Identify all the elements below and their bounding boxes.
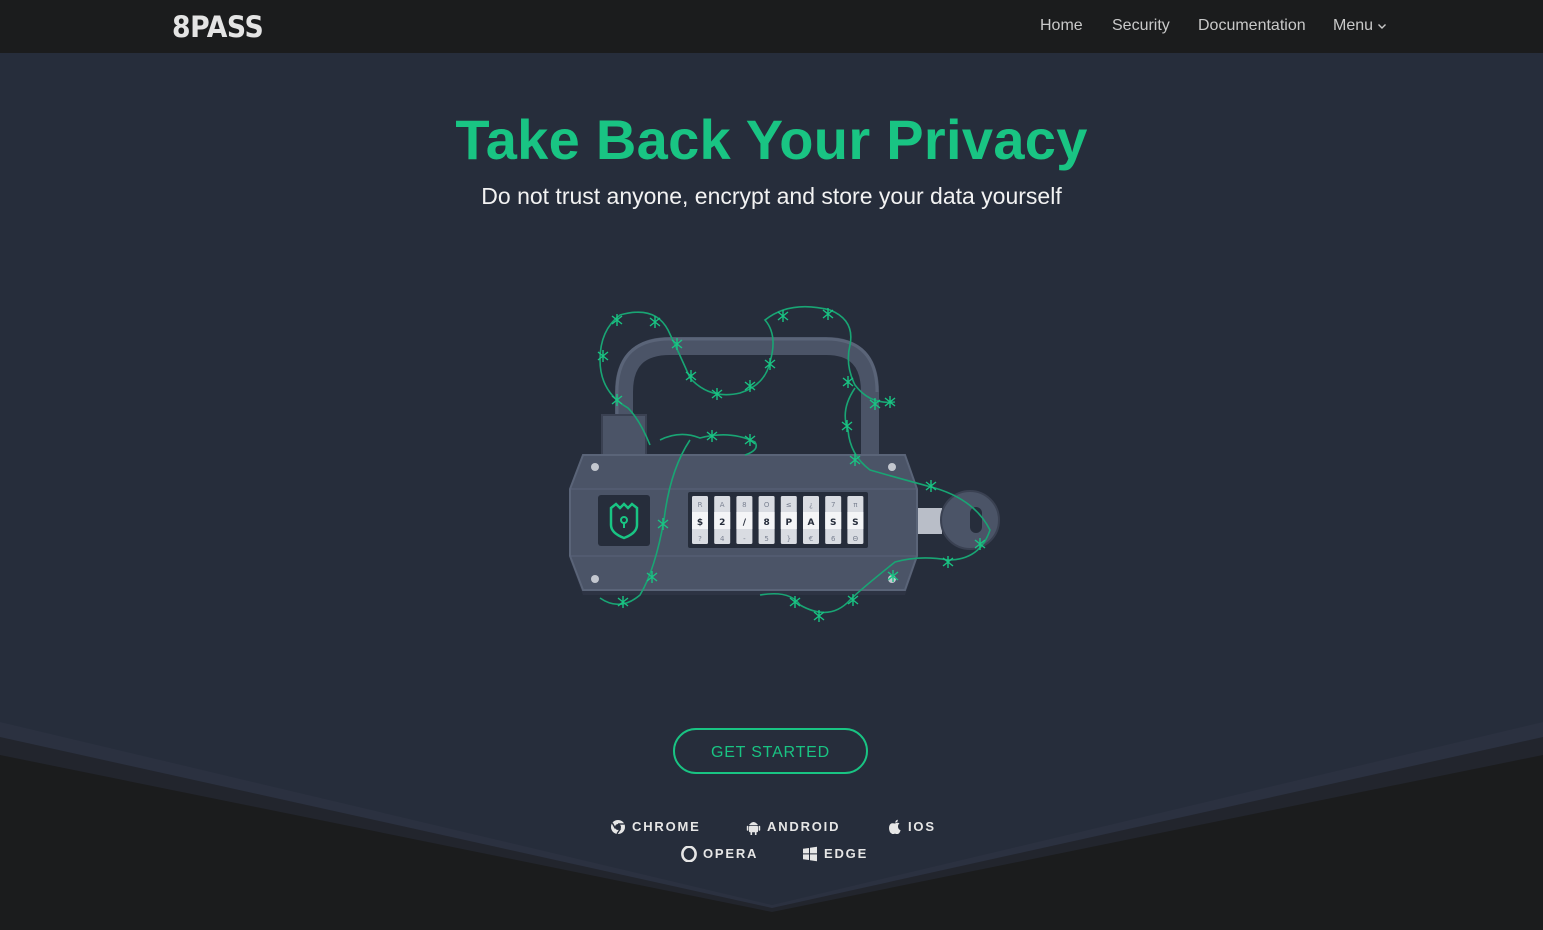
get-started-button[interactable]: GET STARTED: [673, 728, 868, 774]
platform-edge-label: EDGE: [824, 846, 869, 861]
platform-edge-link[interactable]: EDGE: [802, 846, 868, 862]
lock-dial-char: 4: [720, 535, 725, 543]
lock-dial-char: }: [787, 535, 791, 543]
nav-menu-dropdown[interactable]: Menu: [1333, 16, 1387, 36]
chrome-icon: [611, 820, 625, 835]
hero-subtitle: Do not trust anyone, encrypt and store y…: [481, 183, 1062, 209]
hero-title: Take Back Your Privacy: [455, 108, 1088, 171]
lock-dial-char: Θ: [853, 535, 859, 543]
android-icon: [746, 822, 761, 835]
nav-documentation-link[interactable]: Documentation: [1198, 16, 1306, 36]
brand-logo[interactable]: 8PASS: [172, 10, 264, 44]
nav-menu-label: Menu: [1333, 17, 1374, 34]
lock-dial-char: 2: [719, 518, 725, 528]
top-navbar: 8PASS Home Security Documentation Menu: [0, 0, 1543, 53]
apple-icon: [889, 819, 901, 835]
platform-chrome-label: CHROME: [632, 819, 701, 834]
nav-security-link[interactable]: Security: [1112, 16, 1170, 36]
lock-dial-char: A: [808, 518, 815, 528]
lock-dial-char: 6: [831, 535, 836, 543]
lock-dial-char: 8: [763, 518, 769, 528]
nav-home-link[interactable]: Home: [1040, 16, 1083, 36]
opera-icon: [681, 846, 697, 862]
platform-ios-label: IOS: [908, 819, 936, 834]
lock-dial-char: R: [698, 501, 703, 509]
combination-lock-illustration: R$?A248/-O85≤P}¿A€7S6πSΘ: [569, 305, 1000, 622]
lock-dial-char: ¿: [809, 501, 813, 509]
lock-dial-char: 7: [831, 501, 835, 509]
platform-android-label: ANDROID: [767, 819, 841, 834]
platform-opera-label: OPERA: [703, 846, 759, 861]
lock-dial-char: ≤: [786, 501, 792, 509]
platform-ios-link[interactable]: IOS: [888, 819, 936, 835]
lock-dial-char: S: [852, 518, 858, 528]
windows-icon: [803, 846, 817, 862]
lock-dial-char: €: [809, 535, 813, 543]
chevron-down-icon: [1378, 23, 1387, 29]
platform-opera-link[interactable]: OPERA: [681, 846, 758, 862]
lock-dial-char: P: [785, 518, 792, 528]
lock-dial-char: $: [697, 518, 703, 528]
lock-dial-char: 8: [742, 501, 746, 509]
lock-dial-char: O: [764, 501, 770, 509]
lock-dial-char: 5: [764, 535, 768, 543]
platform-android-link[interactable]: ANDROID: [746, 819, 840, 835]
lock-dial-char: A: [720, 501, 725, 509]
lock-dial-char: S: [830, 518, 836, 528]
lock-dial-char: ?: [698, 535, 702, 543]
platform-chrome-link[interactable]: CHROME: [610, 819, 701, 835]
